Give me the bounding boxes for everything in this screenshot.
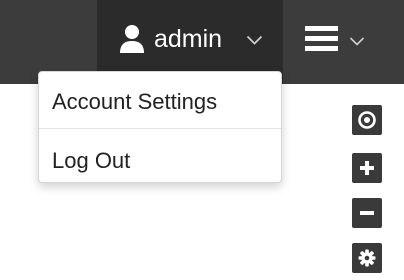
gear-icon [358, 249, 376, 267]
menu-divider [39, 128, 281, 129]
locate-icon [358, 111, 376, 129]
zoom-in-button[interactable] [352, 153, 382, 183]
account-settings-menu-item[interactable]: Account Settings [39, 89, 281, 115]
chevron-down-icon [349, 37, 365, 46]
plus-icon [360, 161, 374, 175]
hamburger-menu-icon [305, 26, 338, 51]
user-dropdown-menu: Account Settings Log Out [38, 71, 282, 183]
username-label: admin [154, 25, 223, 53]
settings-button[interactable] [352, 243, 382, 273]
chevron-down-icon [246, 35, 263, 45]
page: admin Account Settings Log Out [0, 0, 404, 280]
zoom-out-button[interactable] [352, 198, 382, 228]
user-icon [120, 25, 144, 53]
minus-icon [360, 211, 374, 215]
main-menu-toggle[interactable] [283, 0, 404, 84]
locate-button[interactable] [352, 105, 382, 135]
log-out-menu-item[interactable]: Log Out [39, 148, 281, 174]
